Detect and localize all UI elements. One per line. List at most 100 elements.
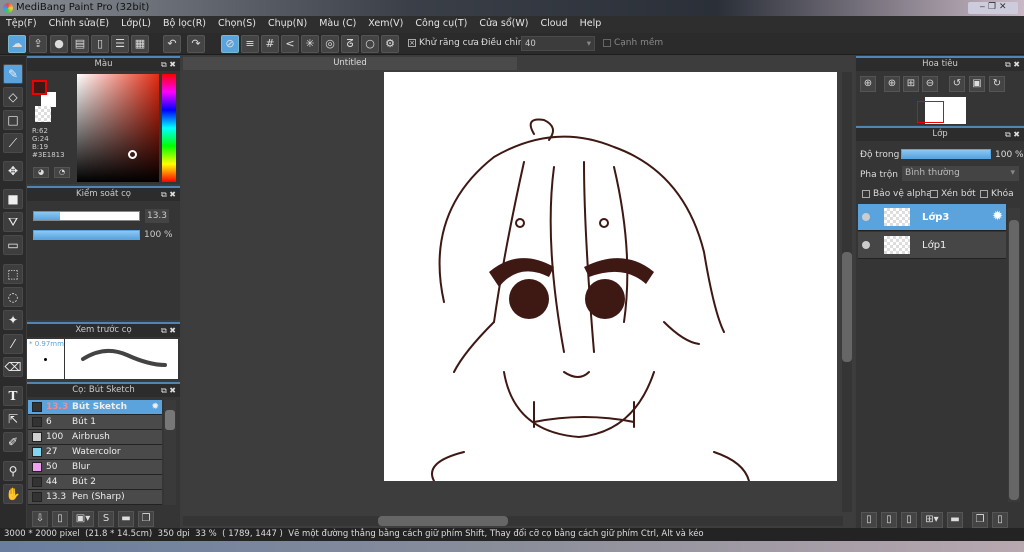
rotate-left-icon[interactable]: ↺ (949, 76, 965, 92)
menu-tools[interactable]: Công cụ(T) (409, 16, 473, 33)
layer-opacity-slider[interactable] (901, 149, 991, 159)
magic-wand-icon[interactable]: ✦ (3, 310, 23, 330)
float-close-icon[interactable]: ⧉ ✖ (161, 58, 176, 71)
brush-item[interactable]: 13.3 Bút Sketch ✹ (28, 400, 162, 415)
visibility-icon[interactable] (862, 213, 870, 221)
redo-icon[interactable]: ↷ (187, 35, 205, 53)
operation-tool-icon[interactable]: ⇱ (3, 409, 23, 429)
fill-rect-tool-icon[interactable]: ■ (3, 189, 23, 209)
zoom-in-icon[interactable]: ⊕ (884, 76, 900, 92)
brush-item[interactable]: 50 Blur (28, 460, 162, 475)
curve-snap-icon[interactable]: ᘔ (341, 35, 359, 53)
menu-snap[interactable]: Chụp(N) (262, 16, 313, 33)
select-eraser-icon[interactable]: ⌫ (3, 357, 23, 377)
text-tool-icon[interactable]: T (3, 386, 23, 406)
new-halftone-layer-icon[interactable]: ▯ (881, 512, 897, 528)
float-close-icon[interactable]: ⧉ ✖ (161, 188, 176, 201)
menu-help[interactable]: Help (574, 16, 608, 33)
antialias-checkbox[interactable]: × Khử răng cưa (408, 38, 479, 48)
gear-icon[interactable]: ✹ (992, 209, 1003, 224)
hand-tool-icon[interactable]: ✋ (3, 484, 23, 504)
brush-opacity-slider[interactable] (33, 230, 140, 240)
circle-snap-icon[interactable]: ○ (361, 35, 379, 53)
brush-item[interactable]: 100 Airbrush (28, 430, 162, 445)
duplicate-layer-icon[interactable]: ❐ (972, 512, 988, 528)
select-pen-icon[interactable]: ⁄ (3, 334, 23, 354)
bucket-tool-icon[interactable]: ⛛ (3, 212, 23, 232)
delete-layer-icon[interactable]: ▯ (992, 512, 1008, 528)
lasso-icon[interactable]: ◌ (3, 287, 23, 307)
saturation-value-picker[interactable] (77, 74, 159, 182)
transparent-swatch[interactable] (35, 106, 51, 122)
float-close-icon[interactable]: ⧉ ✖ (1005, 58, 1020, 71)
rectangle-tool-icon[interactable]: □ (3, 110, 23, 130)
eraser-tool-icon[interactable]: ◇ (3, 87, 23, 107)
menu-file[interactable]: Tệp(F) (0, 16, 43, 33)
add-brush-dropdown-icon[interactable]: ▣▾ (72, 511, 94, 527)
navigator-viewport[interactable] (917, 101, 944, 123)
horizontal-scrollbar[interactable] (183, 516, 843, 526)
snap-settings-icon[interactable]: ⚙ (381, 35, 399, 53)
select-rect-icon[interactable]: ⬚ (3, 264, 23, 284)
rotate-right-icon[interactable]: ↻ (989, 76, 1005, 92)
undo-icon[interactable]: ↶ (163, 35, 181, 53)
eyedrop-palette-icon[interactable]: ◔ (54, 167, 70, 178)
zoom-actual-icon[interactable]: ⊕ (860, 76, 876, 92)
add-layer-dropdown-icon[interactable]: ⊞▾ (921, 512, 943, 528)
gradient-tool-icon[interactable]: ▭ (3, 235, 23, 255)
cross-snap-icon[interactable]: # (261, 35, 279, 53)
soft-edge-checkbox[interactable]: Cạnh mềm (603, 38, 663, 48)
move-tool-icon[interactable]: ✥ (3, 161, 23, 181)
share-icon[interactable]: ⇪ (29, 35, 47, 53)
zoom-out-icon[interactable]: ⊖ (922, 76, 938, 92)
blend-mode-dropdown[interactable]: Bình thường ▾ (902, 166, 1019, 181)
float-close-icon[interactable]: ⧉ ✖ (161, 324, 176, 337)
menu-layer[interactable]: Lớp(L) (115, 16, 157, 33)
divide-tool-icon[interactable]: ✐ (3, 432, 23, 452)
clip-checkbox[interactable]: Xén bớt (930, 189, 976, 199)
snap-off-icon[interactable]: ⊘ (221, 35, 239, 53)
page-icon[interactable]: ▯ (91, 35, 109, 53)
window-controls[interactable]: ‒ ❐ ✕ (968, 2, 1018, 14)
dot-tool-icon[interactable]: ⟋ (3, 133, 23, 153)
layer-row[interactable]: Lớp3 ✹ (858, 204, 1006, 231)
layers-scrollbar[interactable] (1008, 208, 1020, 502)
rotate-reset-icon[interactable]: ▣ (969, 76, 985, 92)
eyedropper-icon[interactable]: ⚲ (3, 461, 23, 481)
parallel-snap-icon[interactable]: ≡ (241, 35, 259, 53)
brush-script-icon[interactable]: S (98, 511, 114, 527)
brush-item[interactable]: 44 Bút 2 (28, 475, 162, 490)
note-icon[interactable]: ▤ (71, 35, 89, 53)
brush-item[interactable]: 6 Bút 1 (28, 415, 162, 430)
menu-window[interactable]: Cửa sổ(W) (473, 16, 534, 33)
new-brush-icon[interactable]: ▯ (52, 511, 68, 527)
concentric-snap-icon[interactable]: ◎ (321, 35, 339, 53)
folder-icon[interactable]: ▬ (947, 512, 963, 528)
grid-icon[interactable]: ▦ (131, 35, 149, 53)
menu-select[interactable]: Chọn(S) (212, 16, 262, 33)
adjust-dropdown[interactable]: 40 ▾ (521, 36, 595, 51)
new-8bit-layer-icon[interactable]: ▯ (901, 512, 917, 528)
menu-filter[interactable]: Bộ lọc(R) (157, 16, 212, 33)
protect-alpha-checkbox[interactable]: Bảo vệ alpha (862, 189, 932, 199)
fit-icon[interactable]: ⊞ (903, 76, 919, 92)
float-close-icon[interactable]: ⧉ ✖ (1005, 128, 1020, 141)
vanish-snap-icon[interactable]: < (281, 35, 299, 53)
menu-color[interactable]: Màu (C) (313, 16, 362, 33)
folder-icon[interactable]: ▬ (118, 511, 134, 527)
brush-item[interactable]: 13.3 Pen (Sharp) (28, 490, 162, 505)
palette-icon[interactable]: ◕ (33, 167, 49, 178)
comment-icon[interactable]: ● (50, 35, 68, 53)
brush-list-scrollbar[interactable] (164, 400, 176, 505)
gear-icon[interactable]: ✹ (151, 402, 159, 412)
menu-view[interactable]: Xem(V) (362, 16, 409, 33)
drawing-canvas[interactable] (384, 72, 837, 481)
lock-checkbox[interactable]: Khóa (980, 189, 1014, 199)
cloud-icon[interactable]: ☁ (8, 35, 26, 53)
menu-edit[interactable]: Chỉnh sửa(E) (43, 16, 116, 33)
brush-size-value[interactable]: 13.3 (145, 209, 169, 223)
visibility-icon[interactable] (862, 241, 870, 249)
document-tab[interactable]: Untitled (183, 57, 517, 70)
new-layer-icon[interactable]: ▯ (861, 512, 877, 528)
brush-size-slider[interactable] (33, 211, 140, 221)
